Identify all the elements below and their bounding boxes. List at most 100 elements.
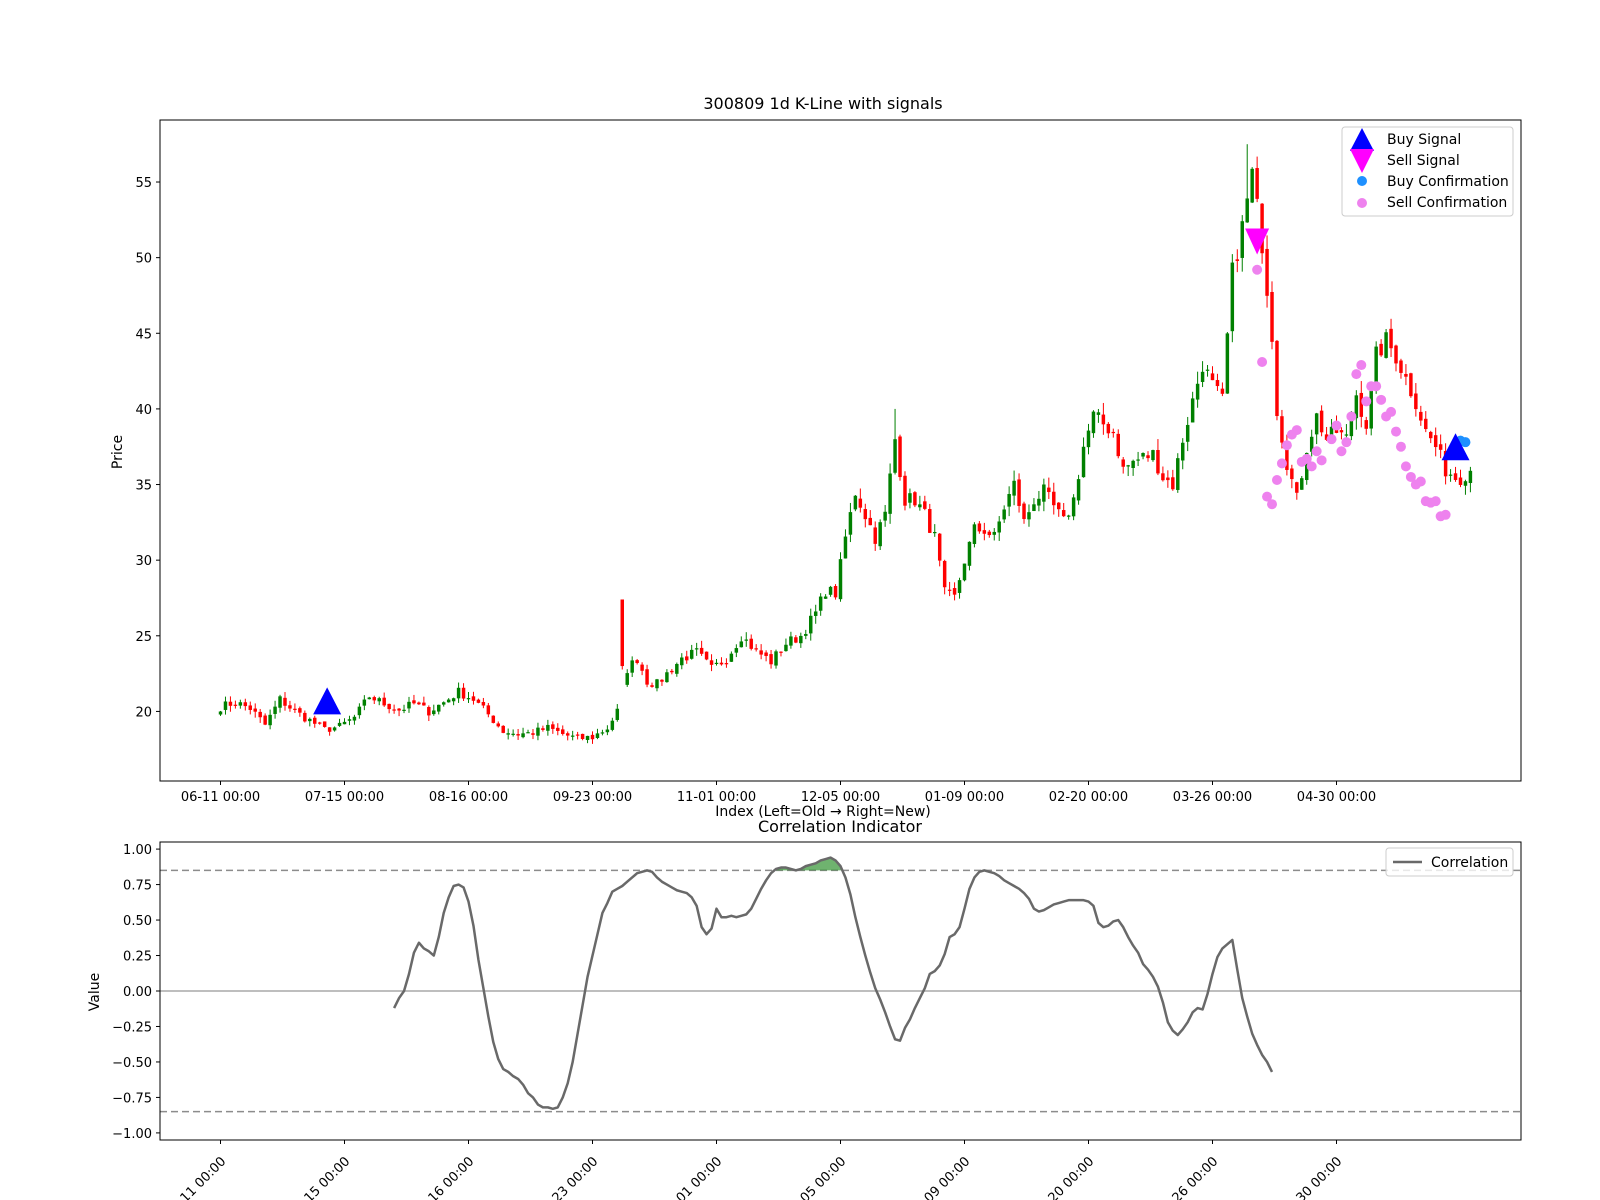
candle-body: [1409, 373, 1413, 397]
kline-x-tick-label: 02-20 00:00: [1049, 790, 1128, 805]
candle-body: [1007, 493, 1011, 507]
sell-confirmation-point: [1316, 455, 1327, 466]
candle-body: [1359, 392, 1364, 417]
candle-body: [1066, 515, 1071, 517]
candle-body: [1101, 414, 1106, 425]
candle-body: [873, 527, 877, 544]
candle-body: [228, 701, 233, 706]
kline-x-tick-label: 09-23 00:00: [553, 790, 632, 805]
kline-y-tick-label: 45: [135, 327, 152, 342]
kline-y-tick-label: 20: [135, 705, 152, 720]
sell-confirmation-point: [1306, 461, 1317, 472]
candle-body: [511, 733, 515, 735]
sell-confirmation-point: [1252, 264, 1263, 275]
candle-body: [580, 733, 585, 739]
candle-body: [590, 734, 595, 740]
candle-body: [536, 727, 540, 736]
sell-confirmation-point: [1391, 426, 1402, 437]
candle-body: [283, 697, 287, 706]
candle-body: [1339, 430, 1344, 433]
legend-sell-confirmation-marker: [1357, 198, 1367, 208]
candle-body: [263, 715, 267, 725]
kline-panel: 300809 1d K-Line with signals Price Inde…: [110, 94, 1522, 820]
candle-body: [615, 708, 620, 720]
candle-body: [853, 495, 858, 510]
sell-confirmation-point: [1311, 446, 1322, 457]
sell-confirmation-point: [1440, 509, 1451, 520]
candle-body: [1468, 470, 1473, 484]
correlation-panel: Correlation Indicator Value 1.00 0.75 0.50…: [87, 817, 1522, 1200]
candle-body: [625, 673, 629, 685]
candle-body: [382, 697, 386, 706]
candle-body: [565, 733, 570, 736]
correlation-x-ticks: 06-11 00:00 07-15 00:00 08-16 00:00 09-23 0…: [163, 1140, 1345, 1200]
candle-body: [689, 649, 694, 659]
correlation-x-tick-label: 02-20 00:00: [1031, 1154, 1098, 1200]
candle-body: [1364, 420, 1368, 429]
candle-body: [1240, 221, 1244, 258]
candle-body: [764, 652, 768, 656]
sell-confirmation-point: [1395, 441, 1406, 452]
candle-body: [1448, 474, 1453, 476]
correlation-legend: Correlation: [1385, 847, 1514, 877]
candle-body: [967, 541, 972, 566]
candle-body: [883, 511, 887, 521]
candle-body: [799, 635, 803, 644]
candle-body: [913, 492, 917, 506]
correlation-x-tick-label: 09-23 00:00: [535, 1154, 602, 1200]
candle-body: [456, 687, 461, 699]
candle-body: [1190, 398, 1195, 423]
candle-body: [804, 633, 808, 636]
candle-body: [556, 727, 560, 731]
candle-body: [342, 721, 347, 725]
candle-body: [491, 715, 496, 723]
candle-body: [1404, 373, 1408, 377]
candle-body: [714, 662, 719, 665]
candle-body: [1086, 430, 1091, 448]
candle-body: [1106, 423, 1111, 434]
sell-confirmation-point: [1331, 420, 1342, 431]
candle-body: [749, 638, 753, 649]
correlation-y-tick-label: 1.00: [123, 843, 152, 858]
candle-body: [957, 580, 962, 593]
correlation-x-tick-label: 06-11 00:00: [163, 1154, 230, 1200]
correlation-y-ticks: 1.00 0.75 0.50 0.25 0.00 −0.25 −0.50 −0.75 −1.00: [112, 843, 160, 1142]
candle-body: [570, 735, 575, 737]
candle-body: [724, 663, 729, 665]
candle-body: [327, 727, 332, 732]
candle-body: [402, 709, 406, 711]
sell-confirmation-point: [1415, 476, 1426, 487]
candle-body: [888, 473, 892, 514]
candle-body: [1037, 498, 1041, 506]
kline-x-tick-label: 08-16 00:00: [429, 790, 508, 805]
candle-body: [427, 707, 431, 716]
candle-body: [843, 536, 848, 559]
candle-body: [392, 709, 396, 711]
candle-body: [317, 722, 322, 724]
candle-body: [397, 708, 401, 711]
kline-x-tick-label: 01-09 00:00: [925, 790, 1004, 805]
candle-body: [451, 698, 456, 702]
candle-body: [908, 493, 912, 503]
candle-body: [838, 559, 843, 600]
candle-body: [357, 706, 362, 716]
candle-body: [1022, 503, 1026, 520]
candle-body: [273, 706, 277, 714]
candle-body: [1414, 393, 1418, 410]
candle-body: [377, 698, 381, 702]
figure: 300809 1d K-Line with signals Price Inde…: [87, 94, 1522, 1200]
candle-body: [903, 475, 907, 506]
sell-confirmation-point: [1371, 381, 1382, 392]
sell-confirmation-point: [1271, 474, 1282, 485]
candle-body: [610, 720, 615, 730]
candle-body: [1027, 512, 1031, 520]
candle-body: [298, 708, 302, 713]
candle-body: [704, 651, 709, 660]
kline-x-tick-label: 04-30 00:00: [1297, 790, 1376, 805]
candle-body: [268, 714, 272, 726]
candle-body: [441, 702, 446, 705]
candle-body: [303, 712, 307, 722]
candle-body: [372, 697, 377, 701]
candle-body: [918, 504, 922, 508]
legend-buy-signal-label: Buy Signal: [1387, 132, 1461, 148]
